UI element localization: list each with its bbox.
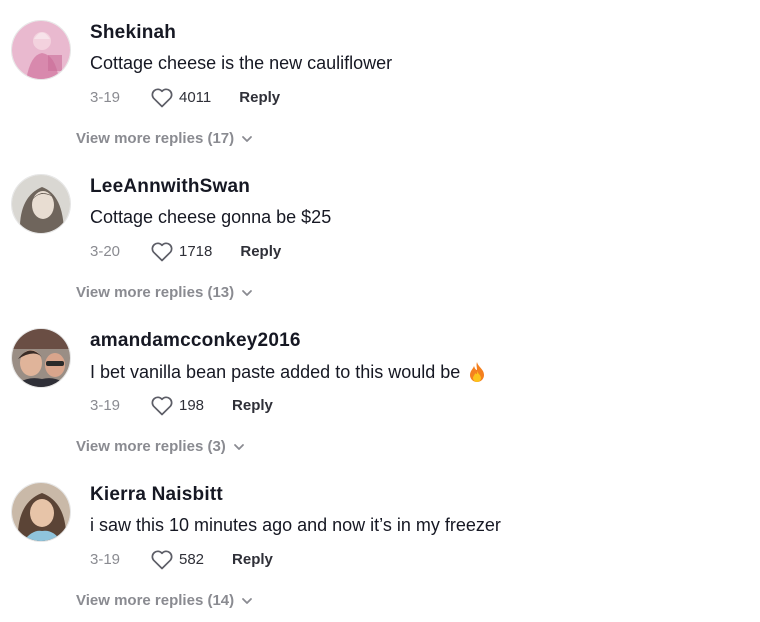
view-more-replies-label: View more replies (3) xyxy=(76,438,226,455)
comment-text-content: Cottage cheese is the new cauliflower xyxy=(90,53,393,73)
comment-meta: 3-19 4011 Reply xyxy=(90,84,280,110)
chevron-down-icon xyxy=(241,133,253,145)
fire-emoji-icon xyxy=(467,361,487,383)
comment-meta: 3-20 1718 Reply xyxy=(90,238,281,264)
like-button[interactable]: 1718 xyxy=(150,240,212,262)
comment-meta: 3-19 582 Reply xyxy=(90,546,273,572)
reply-button[interactable]: Reply xyxy=(232,397,273,414)
avatar[interactable] xyxy=(11,174,71,234)
comment-text: I bet vanilla bean paste added to this w… xyxy=(90,361,487,383)
like-count: 582 xyxy=(179,550,205,568)
view-more-replies-label: View more replies (14) xyxy=(76,592,235,609)
heart-outline-icon xyxy=(151,88,173,108)
view-more-replies-label: View more replies (17) xyxy=(76,130,235,147)
avatar[interactable] xyxy=(11,20,71,80)
comment-list: Shekinah Cottage cheese is the new cauli… xyxy=(0,0,760,622)
comment-text: Cottage cheese is the new cauliflower xyxy=(90,53,392,74)
reply-button[interactable]: Reply xyxy=(239,89,280,106)
comment-item: Shekinah Cottage cheese is the new cauli… xyxy=(0,0,760,154)
like-count: 4011 xyxy=(179,88,212,106)
comment-date: 3-19 xyxy=(90,550,121,568)
heart-outline-icon xyxy=(151,550,173,570)
reply-button[interactable]: Reply xyxy=(240,243,281,260)
view-more-replies-button[interactable]: View more replies (17) xyxy=(76,130,253,147)
comment-item: LeeAnnwithSwan Cottage cheese gonna be $… xyxy=(0,154,760,308)
avatar[interactable] xyxy=(11,328,71,388)
comment-text: Cottage cheese gonna be $25 xyxy=(90,207,331,228)
like-count: 198 xyxy=(179,396,205,414)
comment-username[interactable]: LeeAnnwithSwan xyxy=(90,176,250,198)
view-more-replies-button[interactable]: View more replies (13) xyxy=(76,284,253,301)
chevron-down-icon xyxy=(241,287,253,299)
comment-text: i saw this 10 minutes ago and now it’s i… xyxy=(90,515,501,536)
like-button[interactable]: 582 xyxy=(150,548,204,570)
heart-outline-icon xyxy=(151,396,173,416)
reply-button[interactable]: Reply xyxy=(232,551,273,568)
comment-date: 3-19 xyxy=(90,396,121,414)
comment-text-content: i saw this 10 minutes ago and now it’s i… xyxy=(90,515,501,535)
chevron-down-icon xyxy=(241,595,253,607)
like-button[interactable]: 198 xyxy=(150,394,204,416)
comment-date: 3-20 xyxy=(90,242,121,260)
view-more-replies-button[interactable]: View more replies (3) xyxy=(76,438,245,455)
like-button[interactable]: 4011 xyxy=(150,86,211,108)
comment-text-content: Cottage cheese gonna be $25 xyxy=(90,207,332,227)
heart-outline-icon xyxy=(151,242,173,262)
avatar[interactable] xyxy=(11,482,71,542)
comment-username[interactable]: Shekinah xyxy=(90,22,176,44)
comment-date: 3-19 xyxy=(90,88,121,106)
comment-username[interactable]: amandamcconkey2016 xyxy=(90,330,301,352)
comment-meta: 3-19 198 Reply xyxy=(90,392,273,418)
view-more-replies-label: View more replies (13) xyxy=(76,284,235,301)
like-count: 1718 xyxy=(179,242,213,260)
view-more-replies-button[interactable]: View more replies (14) xyxy=(76,592,253,609)
comment-item: Kierra Naisbitt i saw this 10 minutes ag… xyxy=(0,462,760,616)
comment-item: amandamcconkey2016 I bet vanilla bean pa… xyxy=(0,308,760,462)
comment-username[interactable]: Kierra Naisbitt xyxy=(90,484,223,506)
chevron-down-icon xyxy=(233,441,245,453)
comment-text-content: I bet vanilla bean paste added to this w… xyxy=(90,361,461,382)
